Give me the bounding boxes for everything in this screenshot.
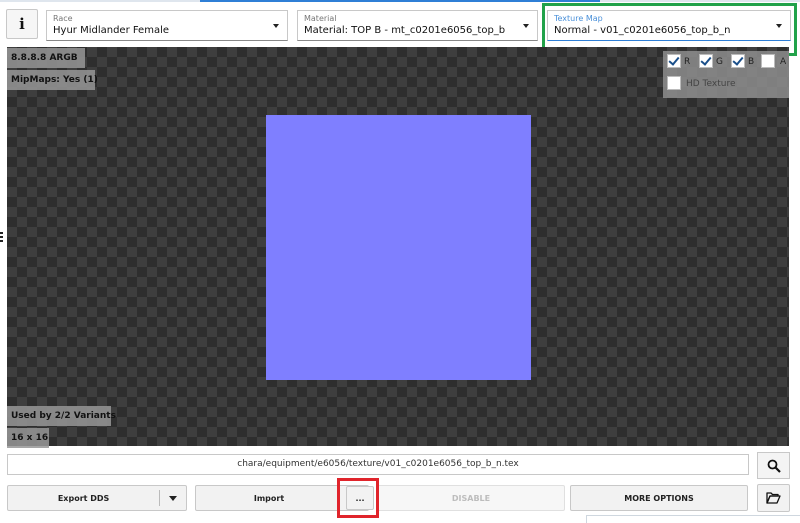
export-dds-label: Export DDS <box>57 493 110 503</box>
channel-b-checkbox[interactable] <box>731 54 745 68</box>
search-button[interactable] <box>757 452 790 479</box>
open-folder-button[interactable] <box>757 484 790 512</box>
texture-map-dropdown-label: Texture Map <box>554 14 603 23</box>
active-tab-indicator <box>200 0 600 2</box>
texture-map-dropdown[interactable]: Texture Map Normal - v01_c0201e6056_top_… <box>547 10 791 41</box>
chevron-down-icon <box>273 24 279 28</box>
material-dropdown[interactable]: Material Material: TOP B - mt_c0201e6056… <box>297 10 538 41</box>
material-dropdown-label: Material <box>304 14 337 23</box>
import-button[interactable]: Import <box>195 485 369 511</box>
material-dropdown-value: Material: TOP B - mt_c0201e6056_top_b <box>304 25 506 36</box>
import-browse-button[interactable]: ... <box>346 486 374 510</box>
texture-editor-window: i Race Hyur Midlander Female Material Ma… <box>0 0 800 523</box>
race-dropdown-label: Race <box>53 14 73 23</box>
hd-texture-checkbox[interactable] <box>667 76 681 90</box>
disable-button[interactable]: DISABLE <box>377 485 565 511</box>
race-dropdown[interactable]: Race Hyur Midlander Female <box>46 10 288 41</box>
import-label: Import <box>253 493 285 503</box>
channel-b-label: B <box>748 57 755 67</box>
chevron-down-icon <box>523 24 529 28</box>
channel-a-checkbox[interactable] <box>761 54 775 68</box>
channel-r-checkbox[interactable] <box>667 54 681 68</box>
drag-handle-icon[interactable] <box>0 232 3 244</box>
format-info: 8.8.8.8 ARGB <box>7 48 85 68</box>
texture-image <box>266 115 531 380</box>
bottom-divider <box>586 515 800 516</box>
variants-info: Used by 2/2 Variants <box>7 406 116 426</box>
more-options-button[interactable]: MORE OPTIONS <box>570 485 748 511</box>
magnifier-icon <box>767 459 781 473</box>
caret-down-icon <box>169 495 178 501</box>
export-dds-button[interactable]: Export DDS <box>7 485 187 511</box>
texture-size-info: 16 x 16 <box>7 428 49 448</box>
texture-path-field[interactable]: chara/equipment/e6056/texture/v01_c0201e… <box>7 454 749 475</box>
folder-open-icon <box>766 492 781 504</box>
bottom-divider-vertical <box>586 515 587 523</box>
chevron-down-icon <box>776 24 782 28</box>
hd-texture-label: HD Texture <box>686 79 736 89</box>
race-dropdown-value: Hyur Midlander Female <box>53 25 170 36</box>
info-button[interactable]: i <box>6 9 38 39</box>
export-options-dropdown[interactable] <box>160 495 186 501</box>
texture-map-dropdown-value: Normal - v01_c0201e6056_top_b_n <box>554 25 731 36</box>
channel-r-label: R <box>684 57 691 67</box>
top-tab-rule <box>0 0 800 2</box>
channel-toggle-panel: R G B A HD Texture <box>663 51 789 98</box>
channel-g-label: G <box>716 57 723 67</box>
channel-g-checkbox[interactable] <box>699 54 713 68</box>
channel-a-label: A <box>780 57 787 67</box>
mipmaps-info: MipMaps: Yes (1) <box>7 70 98 90</box>
